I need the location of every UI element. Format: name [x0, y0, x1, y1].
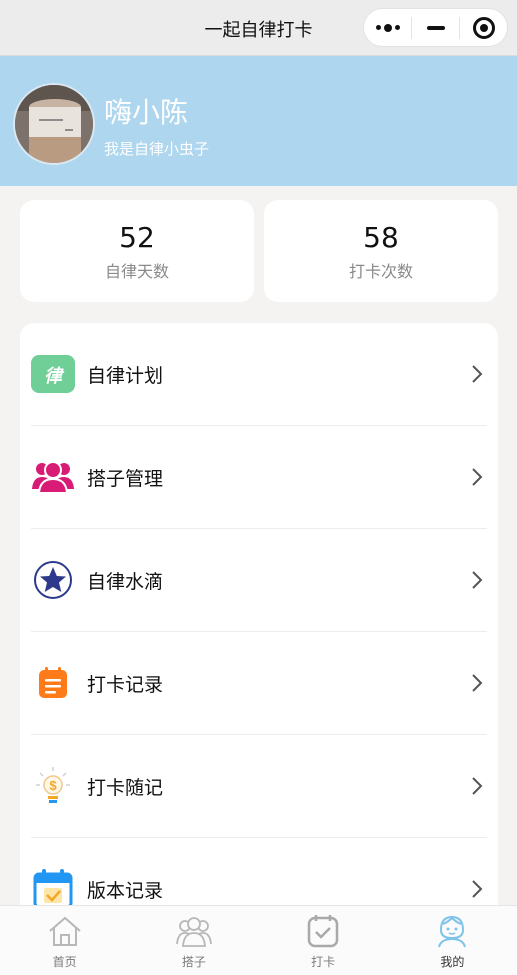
menu-list: 律 自律计划 搭子管理 自律水滴 打卡记录 $ 打卡随记 版本记录: [20, 323, 498, 923]
close-button[interactable]: [460, 9, 507, 46]
menu-item-checkin-records[interactable]: 打卡记录: [20, 632, 498, 735]
tab-checkin[interactable]: 打卡: [259, 906, 388, 975]
tab-home[interactable]: 首页: [0, 906, 129, 975]
people-group-icon: [31, 457, 75, 497]
partners-icon: [175, 917, 212, 947]
minimize-button[interactable]: [412, 9, 459, 46]
profile-header: 嗨小陈 我是自律小虫子: [0, 56, 517, 186]
avatar[interactable]: [13, 83, 95, 165]
tab-partners[interactable]: 搭子: [129, 906, 258, 975]
chevron-right-icon: [472, 365, 483, 383]
minimize-icon: [426, 25, 445, 30]
stat-value: 58: [363, 221, 399, 254]
chevron-right-icon: [472, 468, 483, 486]
badge-text: 律: [44, 366, 62, 387]
menu-item-label: 自律计划: [87, 365, 164, 387]
menu-item-discipline-drops[interactable]: 自律水滴: [20, 529, 498, 632]
stat-label: 打卡次数: [348, 262, 413, 281]
clipboard-icon: [31, 663, 75, 703]
stat-label: 自律天数: [104, 262, 169, 281]
menu-item-label: 打卡随记: [87, 777, 164, 799]
discipline-badge-icon: 律: [31, 354, 75, 394]
tab-label: 打卡: [311, 955, 336, 969]
menu-item-label: 搭子管理: [87, 468, 164, 490]
tab-mine[interactable]: 我的: [388, 906, 517, 975]
tab-label: 搭子: [181, 955, 206, 969]
chevron-right-icon: [472, 777, 483, 795]
checkin-calendar-icon: [307, 915, 339, 948]
menu-item-label: 打卡记录: [87, 674, 164, 696]
home-icon: [48, 916, 81, 946]
chevron-right-icon: [472, 571, 483, 589]
menu-item-discipline-plan[interactable]: 律 自律计划: [20, 323, 498, 426]
user-name: 嗨小陈: [104, 96, 189, 129]
calendar-check-icon: [31, 869, 75, 909]
menu-item-label: 版本记录: [87, 880, 164, 902]
profile-face-icon: [438, 915, 467, 948]
chevron-right-icon: [472, 674, 483, 692]
more-dots-icon: [375, 23, 400, 32]
menu-item-checkin-notes[interactable]: $ 打卡随记: [20, 735, 498, 838]
chevron-right-icon: [472, 880, 483, 898]
stat-card-discipline-days: 52 自律天数: [20, 200, 254, 302]
mini-program-capsule: [363, 8, 508, 47]
menu-item-partner-management[interactable]: 搭子管理: [20, 426, 498, 529]
menu-item-label: 自律水滴: [87, 571, 164, 593]
tab-label: 我的: [440, 955, 465, 969]
user-motto: 我是自律小虫子: [104, 140, 210, 158]
window-titlebar: 一起自律打卡: [0, 0, 517, 56]
more-button[interactable]: [364, 9, 411, 46]
stat-card-checkin-count: 58 打卡次数: [264, 200, 498, 302]
stat-value: 52: [119, 221, 155, 254]
close-target-icon: [472, 16, 495, 39]
star-circle-icon: [31, 560, 75, 600]
bottom-tabbar: 首页 搭子 打卡 我的: [0, 905, 517, 975]
svg-text:$: $: [49, 778, 57, 793]
lightbulb-dollar-icon: $: [31, 766, 75, 806]
tab-label: 首页: [52, 955, 77, 969]
